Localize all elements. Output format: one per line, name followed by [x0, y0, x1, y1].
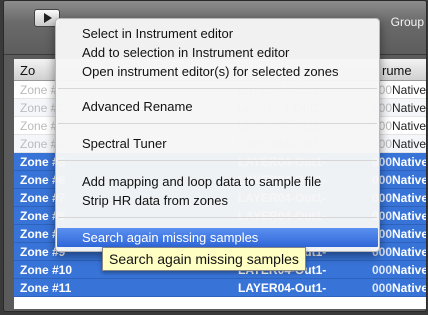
instrument-cell: Native: [392, 137, 427, 151]
instrument-cell: Native: [392, 191, 427, 205]
menu-item-advanced-rename[interactable]: Advanced Rename: [82, 99, 193, 114]
instrument-cell: Native: [392, 101, 427, 115]
play-icon: [44, 13, 52, 23]
menu-item-spectral-tuner[interactable]: Spectral Tuner: [82, 136, 167, 151]
menu-separator: [58, 160, 377, 161]
zone-name-cell: Zone #10: [20, 263, 73, 277]
column-header-zone[interactable]: Zo: [20, 63, 35, 78]
menu-item-add-mapping-loop-data[interactable]: Add mapping and loop data to sample file: [82, 174, 321, 189]
context-menu: Select in Instrument editor Add to selec…: [55, 18, 380, 252]
menu-separator: [58, 217, 377, 218]
menu-item-search-missing-samples[interactable]: Search again missing samples: [82, 230, 258, 245]
instrument-cell: Native: [392, 173, 427, 187]
instrument-cell: Native: [392, 281, 427, 295]
instrument-cell: Native: [392, 209, 427, 223]
instrument-cell: Native: [392, 155, 427, 169]
layer-cell: LAYER04-Out1-: [238, 281, 327, 295]
menu-item-open-instrument-editor[interactable]: Open instrument editor(s) for selected z…: [82, 64, 339, 79]
instrument-cell: Native: [392, 227, 427, 241]
table-row[interactable]: Zone #11 LAYER04-Out1- 000 Native: [14, 279, 426, 297]
menu-item-strip-hr-data[interactable]: Strip HR data from zones: [82, 193, 228, 208]
instrument-cell: Native: [392, 83, 427, 97]
sample-number-cell: 000: [372, 263, 393, 277]
instrument-cell: Native: [392, 263, 427, 277]
zone-name-cell: Zone #11: [20, 281, 72, 295]
instrument-cell: Native: [392, 245, 427, 259]
menu-item-select-in-instrument-editor[interactable]: Select in Instrument editor: [82, 26, 233, 41]
instrument-cell: Native: [392, 119, 427, 133]
column-header-instrument[interactable]: rume: [382, 63, 412, 78]
menu-item-add-to-selection[interactable]: Add to selection in Instrument editor: [82, 45, 289, 60]
menu-separator: [58, 123, 377, 124]
menu-separator: [58, 88, 377, 89]
tooltip: Search again missing samples: [102, 247, 306, 271]
sample-number-cell: 000: [372, 281, 393, 295]
group-label: Group: [390, 15, 424, 29]
